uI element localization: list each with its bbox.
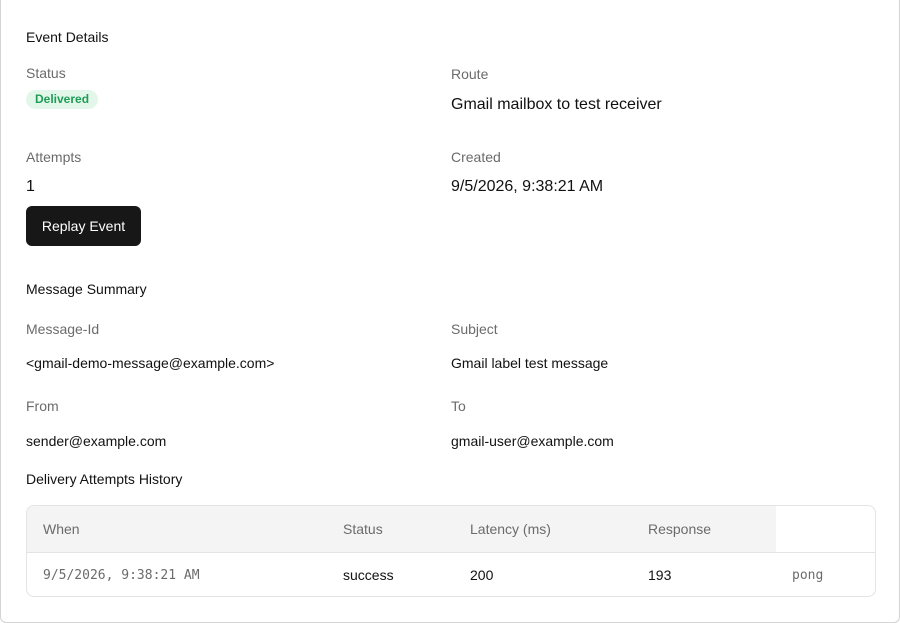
from-value: sender@example.com (26, 433, 167, 449)
cell-response-body: pong (792, 568, 824, 583)
replay-event-button[interactable]: Replay Event (26, 206, 141, 246)
message-id-label: Message-Id (26, 321, 100, 337)
attempts-value: 1 (26, 178, 35, 195)
created-value: 9/5/2026, 9:38:21 AM (451, 178, 604, 195)
subject-label: Subject (451, 321, 498, 337)
created-label: Created (451, 149, 501, 165)
event-detail-panel: Event Details Status Delivered Route Gma… (0, 0, 900, 623)
status-badge: Delivered (26, 90, 99, 109)
column-header-response: Response (648, 521, 712, 537)
column-header-status: Status (343, 521, 383, 537)
event-details-heading: Event Details (26, 29, 109, 45)
message-id-value: <gmail-demo-message@example.com> (26, 355, 275, 371)
attempts-label: Attempts (26, 149, 82, 165)
to-label: To (451, 398, 466, 414)
column-header-latency: Latency (ms) (470, 521, 551, 537)
status-label: Status (26, 65, 66, 81)
route-value: Gmail mailbox to test receiver (451, 96, 662, 113)
route-label: Route (451, 66, 489, 82)
history-heading: Delivery Attempts History (26, 471, 183, 487)
history-table: When Status Latency (ms) Response 9/5/20… (26, 505, 876, 597)
subject-value: Gmail label test message (451, 355, 609, 371)
cell-status: success (343, 567, 394, 583)
cell-when: 9/5/2026, 9:38:21 AM (43, 568, 200, 583)
cell-latency: 200 (470, 567, 494, 583)
cell-response-code: 193 (648, 567, 672, 583)
from-label: From (26, 398, 59, 414)
to-value: gmail-user@example.com (451, 433, 614, 449)
table-divider (27, 552, 875, 553)
message-summary-heading: Message Summary (26, 281, 147, 297)
column-header-when: When (43, 521, 80, 537)
